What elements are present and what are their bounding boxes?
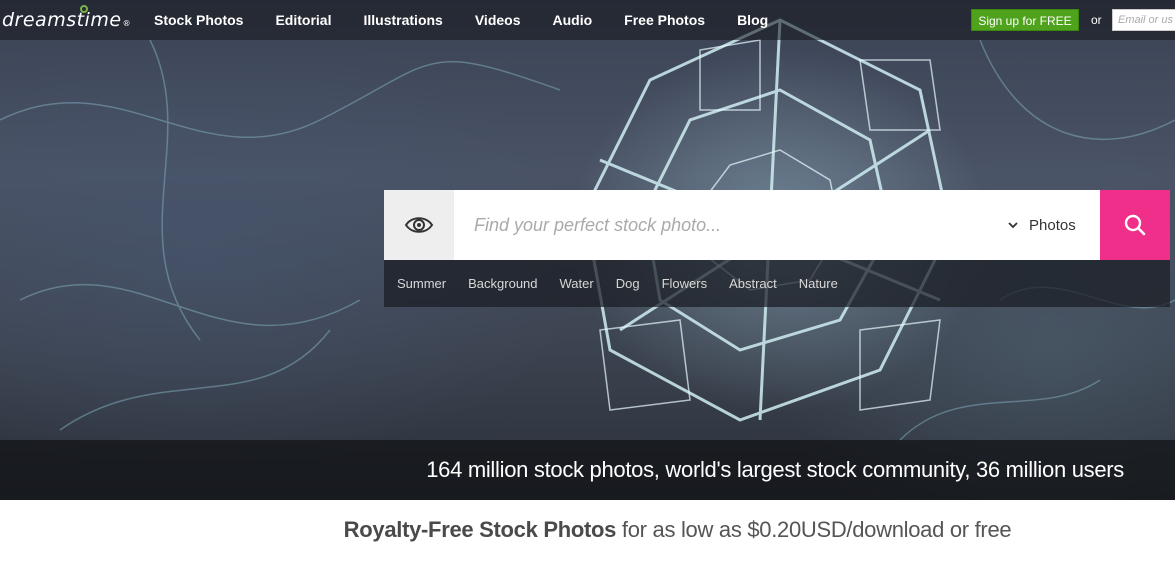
nav-blog[interactable]: Blog	[721, 0, 784, 40]
tag-link[interactable]: Water	[549, 260, 605, 307]
category-value: Photos	[1029, 216, 1076, 234]
signup-button[interactable]: Sign up for FREE	[971, 9, 1079, 31]
nav-videos[interactable]: Videos	[459, 0, 537, 40]
stats-text: 164 million stock photos, world's larges…	[426, 457, 1124, 482]
eye-icon	[404, 217, 434, 233]
or-label: or	[1091, 13, 1102, 27]
tag-link[interactable]: Nature	[788, 260, 849, 307]
tagline-rest: for as low as $0.20USD/download or free	[621, 517, 1012, 542]
tag-link[interactable]: Summer	[386, 260, 457, 307]
logo-swirl-icon	[80, 5, 88, 13]
search-button[interactable]	[1100, 190, 1170, 260]
nav-illustrations[interactable]: Illustrations	[347, 0, 458, 40]
tag-link[interactable]: Flowers	[651, 260, 719, 307]
main-nav: Stock Photos Editorial Illustrations Vid…	[138, 0, 784, 40]
chevron-down-icon	[1008, 222, 1018, 229]
nav-free-photos[interactable]: Free Photos	[608, 0, 721, 40]
search-bar: Photos	[384, 190, 1170, 260]
popular-tags: Summer Background Water Dog Flowers Abst…	[384, 260, 1170, 307]
dreamstime-logo[interactable]: dreamstime®	[2, 9, 131, 31]
search-icon	[1124, 214, 1146, 236]
tag-link[interactable]: Abstract	[718, 260, 788, 307]
top-navbar: dreamstime® Stock Photos Editorial Illus…	[0, 0, 1175, 40]
tag-link[interactable]: Dog	[605, 260, 651, 307]
email-field[interactable]	[1112, 9, 1175, 31]
nav-audio[interactable]: Audio	[537, 0, 609, 40]
visual-search-button[interactable]	[384, 190, 454, 260]
tagline-bold: Royalty-Free Stock Photos	[343, 517, 617, 542]
tagline: Royalty-Free Stock Photos for as low as …	[0, 517, 1175, 543]
category-select[interactable]: Photos	[999, 190, 1100, 260]
stats-bar: 164 million stock photos, world's larges…	[0, 440, 1175, 500]
search-input[interactable]	[454, 190, 999, 260]
nav-stock-photos[interactable]: Stock Photos	[138, 0, 259, 40]
nav-editorial[interactable]: Editorial	[259, 0, 347, 40]
tag-link[interactable]: Background	[457, 260, 548, 307]
